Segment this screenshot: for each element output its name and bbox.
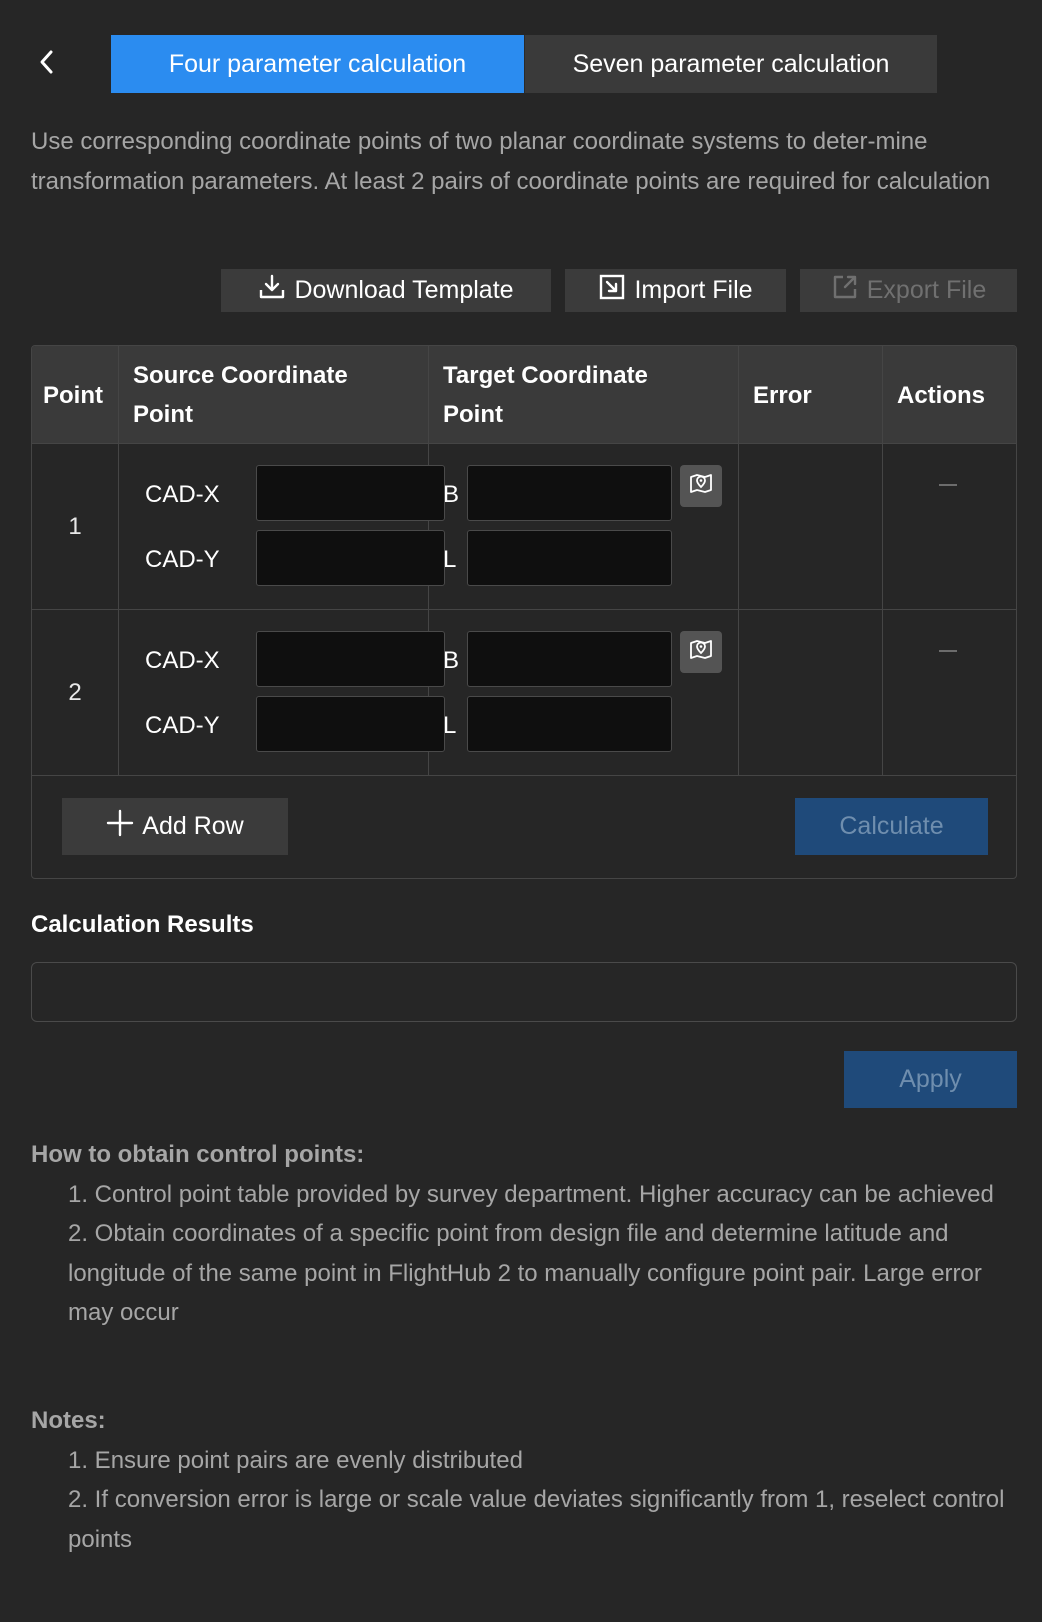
longitude-l-input[interactable] — [467, 530, 672, 586]
map-pin-icon — [688, 470, 714, 503]
actions-cell — [883, 610, 1016, 776]
list-item: 1. Control point table provided by surve… — [68, 1180, 994, 1208]
column-header-point: Point — [32, 346, 119, 444]
latitude-b-input[interactable] — [467, 631, 672, 687]
error-cell — [739, 444, 883, 610]
latitude-b-input[interactable] — [467, 465, 672, 521]
cad-y-input[interactable] — [256, 696, 445, 752]
list-item: 2. Obtain coordinates of a specific poin… — [68, 1220, 982, 1326]
notes-help: Notes: 1. Ensure point pairs are evenly … — [31, 1401, 1016, 1559]
b-label: B — [443, 647, 460, 674]
list-item: 2. If conversion error is large or scale… — [68, 1486, 1005, 1553]
actions-cell — [883, 444, 1016, 610]
longitude-l-input[interactable] — [467, 696, 672, 752]
export-file-label: Export File — [866, 276, 987, 304]
cad-y-input[interactable] — [256, 530, 445, 586]
description-text: Use corresponding coordinate points of t… — [31, 128, 991, 195]
point-number: 2 — [68, 679, 82, 706]
chevron-left-icon — [38, 49, 56, 82]
cad-x-input[interactable] — [256, 465, 445, 521]
cad-x-label: CAD-X — [145, 647, 220, 674]
tab-seven-parameter[interactable]: Seven parameter calculation — [524, 35, 937, 93]
add-row-button[interactable]: Add Row — [62, 798, 288, 855]
control-points-title: How to obtain control points: — [31, 1141, 365, 1168]
coordinate-transform-page: Four parameter calculation Seven paramet… — [0, 0, 1042, 1622]
error-cell — [739, 610, 883, 776]
pick-on-map-button[interactable] — [680, 631, 722, 673]
point-cell: 2 — [32, 610, 119, 776]
cad-x-input[interactable] — [256, 631, 445, 687]
back-button[interactable] — [30, 48, 64, 82]
add-row-label: Add Row — [142, 812, 244, 840]
calculation-results-field — [31, 962, 1017, 1022]
import-file-label: Import File — [634, 276, 753, 304]
point-number: 1 — [68, 513, 82, 540]
tab-four-parameter[interactable]: Four parameter calculation — [111, 35, 524, 93]
pick-on-map-button[interactable] — [680, 465, 722, 507]
apply-button[interactable]: Apply — [844, 1051, 1017, 1108]
column-header-source-label: Source Coordinate Point — [133, 362, 348, 428]
delete-row-button[interactable] — [939, 484, 957, 486]
point-pairs-table: Point Source Coordinate Point Target Coo… — [31, 345, 1017, 879]
cad-y-label: CAD-Y — [145, 546, 220, 573]
table-row: 2 CAD-X CAD-Y B L — [32, 610, 1016, 776]
column-header-target-label: Target Coordinate Point — [443, 362, 648, 428]
delete-row-button[interactable] — [939, 650, 957, 652]
target-cell: B L — [429, 610, 739, 776]
source-cell: CAD-X CAD-Y — [119, 444, 445, 610]
l-label: L — [443, 712, 457, 739]
column-header-error: Error — [739, 346, 883, 444]
column-header-target: Target Coordinate Point — [429, 346, 739, 444]
import-icon — [598, 273, 626, 308]
l-label: L — [443, 546, 457, 573]
import-file-button[interactable]: Import File — [565, 269, 786, 312]
cad-y-label: CAD-Y — [145, 712, 220, 739]
plus-icon — [106, 809, 134, 844]
download-template-button[interactable]: Download Template — [221, 269, 551, 312]
list-item: 1. Ensure point pairs are evenly distrib… — [68, 1446, 523, 1474]
column-header-source: Source Coordinate Point — [119, 346, 429, 444]
export-icon — [831, 273, 859, 308]
calculation-results-title: Calculation Results — [31, 911, 254, 938]
control-points-help: How to obtain control points: 1. Control… — [31, 1135, 1016, 1333]
calculation-tabs: Four parameter calculation Seven paramet… — [111, 35, 937, 93]
table-header: Point Source Coordinate Point Target Coo… — [32, 346, 1016, 444]
source-cell: CAD-X CAD-Y — [119, 610, 445, 776]
map-pin-icon — [688, 636, 714, 669]
target-cell: B L — [429, 444, 739, 610]
calculate-button[interactable]: Calculate — [795, 798, 988, 855]
column-header-actions: Actions — [897, 381, 986, 409]
download-template-label: Download Template — [294, 276, 514, 304]
table-footer: Add Row Calculate — [32, 776, 1016, 878]
export-file-button[interactable]: Export File — [800, 269, 1017, 312]
table-row: 1 CAD-X CAD-Y B L — [32, 444, 1016, 610]
point-cell: 1 — [32, 444, 119, 610]
notes-title: Notes: — [31, 1407, 106, 1434]
cad-x-label: CAD-X — [145, 481, 220, 508]
download-icon — [258, 273, 286, 308]
b-label: B — [443, 481, 460, 508]
